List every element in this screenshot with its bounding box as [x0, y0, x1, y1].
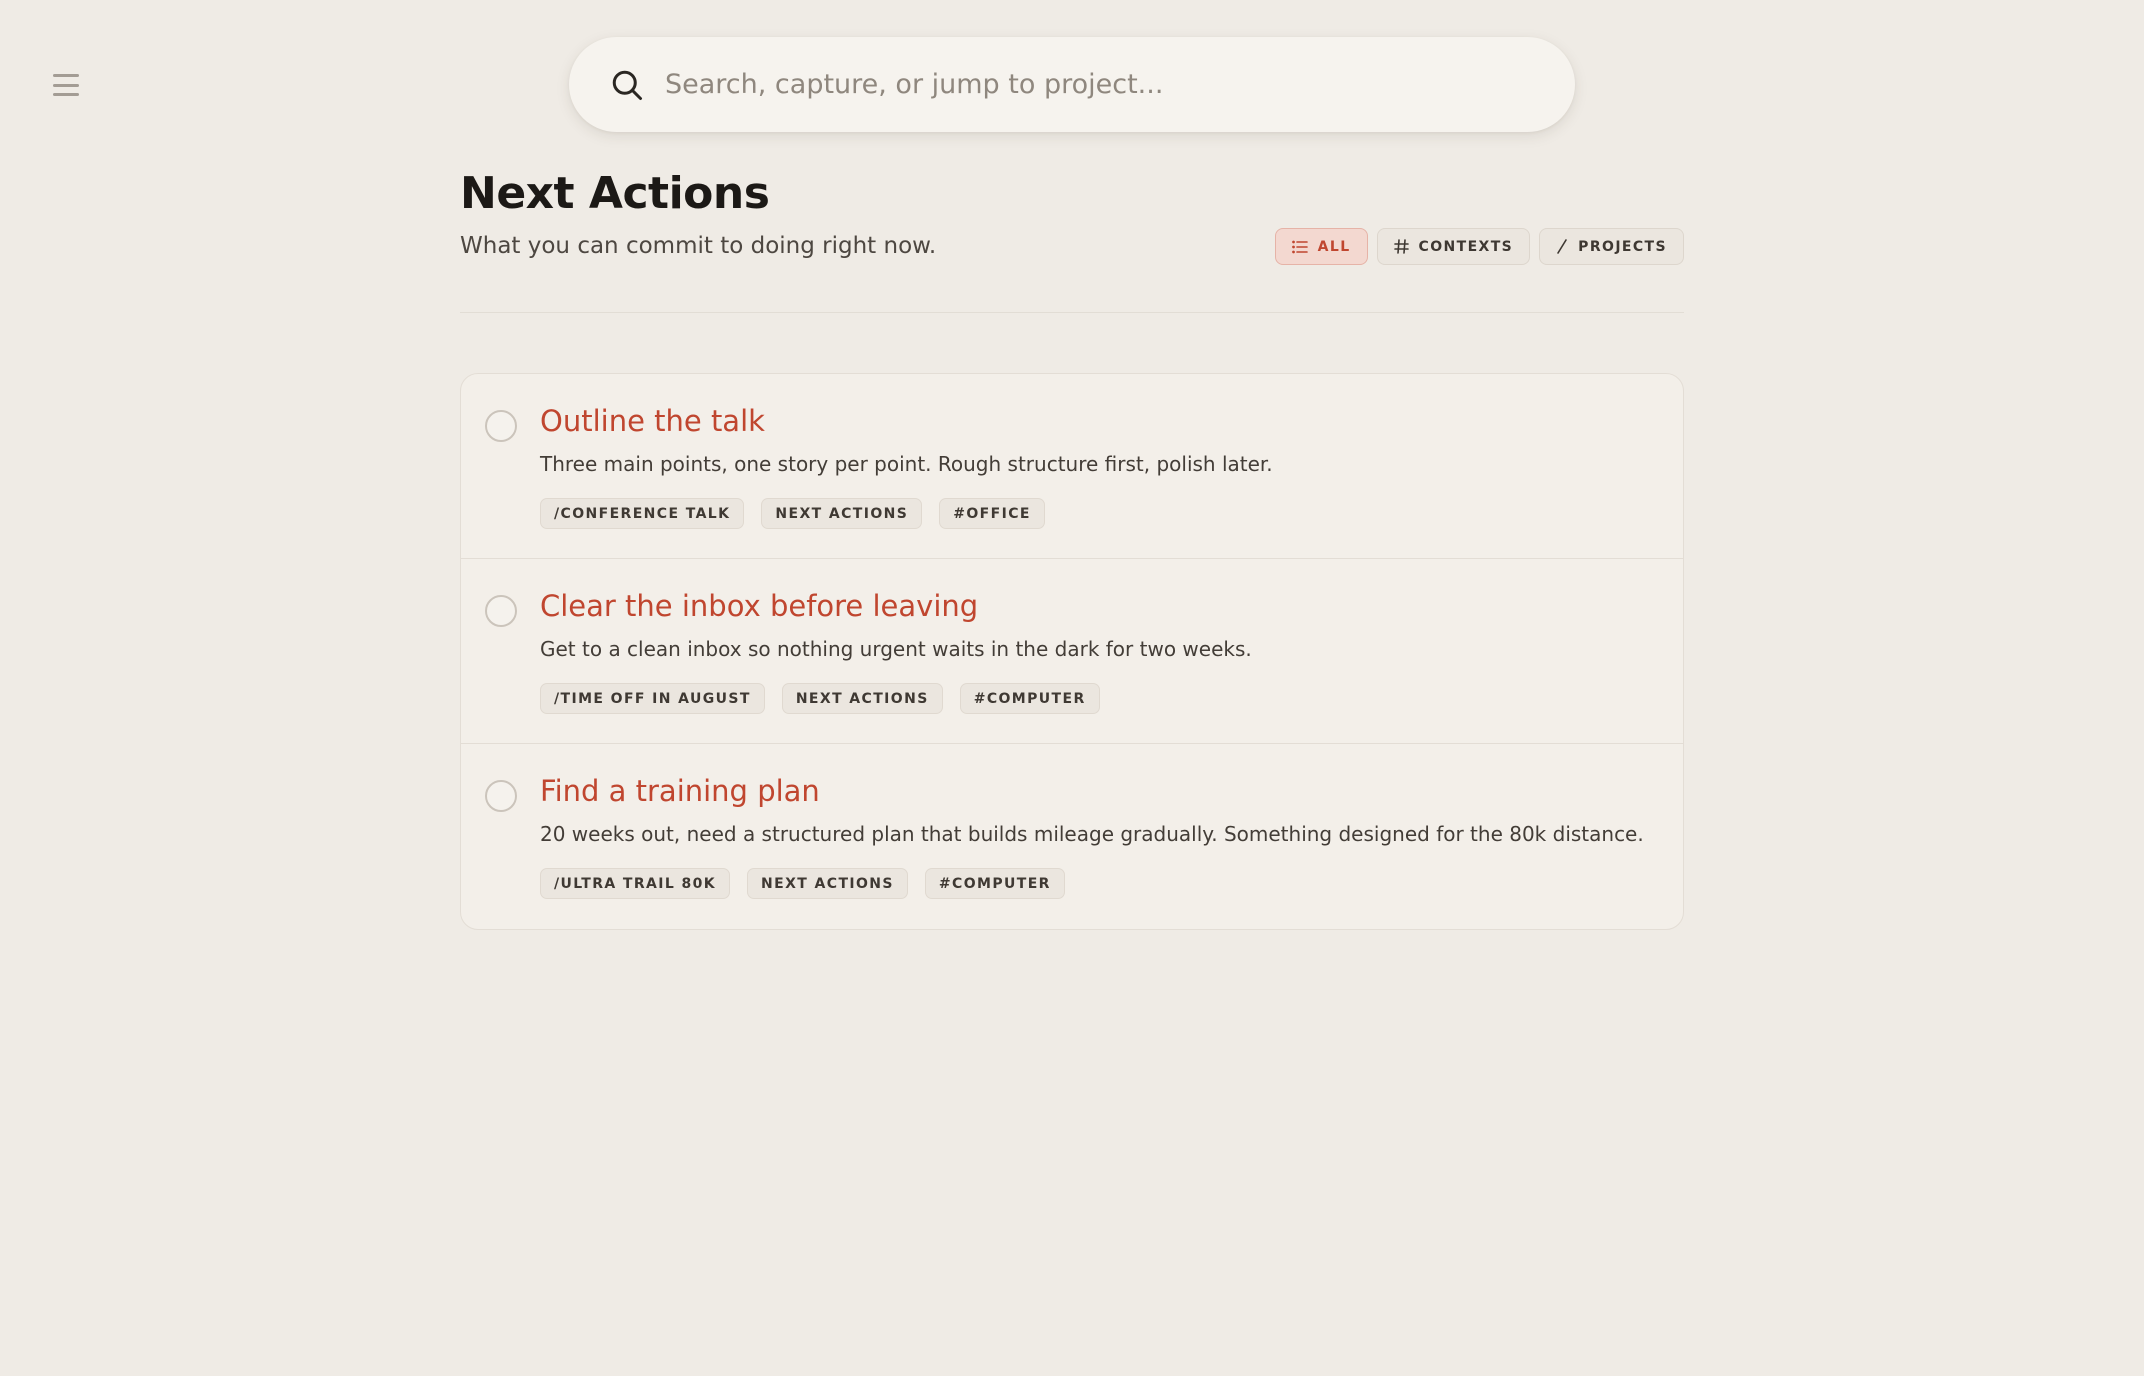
task-list: Outline the talk Three main points, one …	[460, 373, 1684, 930]
task-checkbox[interactable]	[485, 595, 517, 627]
list-tag[interactable]: NEXT ACTIONS	[747, 868, 908, 899]
task-description: 20 weeks out, need a structured plan tha…	[540, 822, 1644, 846]
header-divider	[460, 312, 1684, 313]
task-item: Clear the inbox before leaving Get to a …	[461, 559, 1683, 744]
task-item: Outline the talk Three main points, one …	[461, 374, 1683, 559]
view-filters: ALL CONTEXTS PROJECTS	[1274, 228, 1684, 265]
menu-icon[interactable]	[50, 68, 82, 102]
context-tag[interactable]: #COMPUTER	[924, 868, 1065, 899]
list-tag[interactable]: NEXT ACTIONS	[781, 683, 943, 714]
list-icon	[1291, 240, 1308, 253]
task-description: Get to a clean inbox so nothing urgent w…	[540, 637, 1252, 661]
task-item: Find a training plan 20 weeks out, need …	[461, 744, 1683, 929]
page-title: Next Actions	[460, 168, 770, 219]
project-tag[interactable]: /TIME OFF IN AUGUST	[540, 683, 765, 714]
filter-projects-label: PROJECTS	[1578, 238, 1667, 255]
task-checkbox[interactable]	[485, 780, 517, 812]
context-tag[interactable]: #COMPUTER	[959, 683, 1100, 714]
filter-all-label: ALL	[1317, 238, 1351, 255]
hash-icon	[1393, 239, 1409, 254]
filter-projects-button[interactable]: PROJECTS	[1539, 228, 1684, 265]
search-input[interactable]	[665, 69, 1545, 100]
search-bar[interactable]	[569, 37, 1575, 132]
task-description: Three main points, one story per point. …	[540, 452, 1273, 476]
context-tag[interactable]: #OFFICE	[939, 498, 1045, 529]
search-icon	[612, 70, 642, 100]
project-tag[interactable]: /CONFERENCE TALK	[540, 498, 745, 529]
task-checkbox[interactable]	[485, 410, 517, 442]
list-tag[interactable]: NEXT ACTIONS	[761, 498, 923, 529]
page-header: Next Actions What you can commit to doin…	[460, 168, 1684, 265]
task-title[interactable]: Outline the talk	[540, 404, 765, 438]
filter-all-button[interactable]: ALL	[1274, 228, 1368, 265]
task-tags: /TIME OFF IN AUGUST NEXT ACTIONS #COMPUT…	[540, 683, 1683, 714]
filter-contexts-label: CONTEXTS	[1418, 238, 1514, 255]
task-title[interactable]: Find a training plan	[540, 774, 820, 808]
task-tags: /ULTRA TRAIL 80K NEXT ACTIONS #COMPUTER	[540, 868, 1683, 899]
project-tag[interactable]: /ULTRA TRAIL 80K	[540, 868, 731, 899]
slash-icon	[1557, 239, 1567, 254]
filter-contexts-button[interactable]: CONTEXTS	[1376, 228, 1531, 265]
task-tags: /CONFERENCE TALK NEXT ACTIONS #OFFICE	[540, 498, 1683, 529]
task-title[interactable]: Clear the inbox before leaving	[540, 589, 978, 623]
